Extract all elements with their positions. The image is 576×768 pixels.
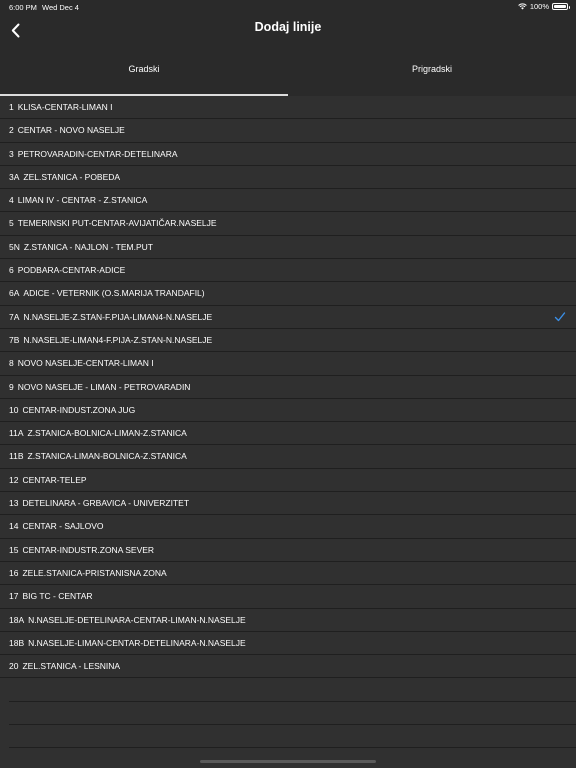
line-number: 7B (9, 334, 20, 345)
line-name: CENTAR-TELEP (22, 474, 87, 485)
line-name: NOVO NASELJE-CENTAR-LIMAN I (17, 358, 154, 369)
line-row[interactable]: 18A N.NASELJE-DETELINARA-CENTAR-LIMAN-N.N… (0, 609, 576, 632)
line-row[interactable]: 10 CENTAR-INDUST.ZONA JUG (0, 399, 576, 423)
line-row[interactable]: 2 CENTAR - NOVO NASELJE (0, 119, 576, 143)
line-number: 10 (9, 404, 19, 415)
line-row[interactable]: 16 ZELE.STANICA-PRISTANISNA ZONA (0, 562, 576, 586)
line-row[interactable]: 12 CENTAR-TELEP (0, 469, 576, 493)
line-name: CENTAR - SAJLOVO (22, 521, 104, 532)
line-number: 2 (9, 125, 14, 136)
line-number: 5N (9, 241, 20, 252)
line-row[interactable]: 3A ZEL.STANICA - POBEDA (0, 166, 576, 190)
status-bar: 6:00 PM Wed Dec 4 100% (0, 0, 576, 14)
line-number: 17 (9, 591, 19, 602)
line-row[interactable]: 14 CENTAR - SAJLOVO (0, 515, 576, 539)
line-row[interactable]: 6 PODBARA-CENTAR-ADICE (0, 259, 576, 283)
line-row[interactable]: 7A N.NASELJE-Z.STAN-F.PIJA-LIMAN4-N.NASEL… (0, 306, 576, 329)
line-number: 3A (9, 171, 20, 182)
home-indicator[interactable] (200, 760, 376, 763)
line-name: ZELE.STANICA-PRISTANISNA ZONA (22, 567, 167, 578)
page-title: Dodaj linije (254, 20, 322, 34)
line-number: 11B (9, 451, 24, 462)
empty-separator (9, 725, 576, 749)
line-number: 13 (9, 498, 19, 509)
line-name: DETELINARA - GRBAVICA - UNIVERZITET (22, 498, 190, 509)
line-row[interactable]: 9 NOVO NASELJE - LIMAN - PETROVARADIN (0, 376, 576, 399)
checkmark-icon (554, 311, 566, 321)
line-name: KLISA-CENTAR-LIMAN I (17, 102, 113, 112)
line-number: 15 (9, 544, 19, 555)
wifi-icon (518, 3, 527, 10)
line-name: Z.STANICA-BOLNICA-LIMAN-Z.STANICA (27, 428, 187, 439)
line-row[interactable]: 5 TEMERINSKI PUT-CENTAR-AVIJATIČAR.NASELJ… (0, 212, 576, 236)
line-number: 9 (9, 381, 14, 392)
line-number: 7A (9, 311, 20, 322)
line-name: CENTAR-INDUST.ZONA JUG (22, 404, 136, 415)
line-list: 1 KLISA-CENTAR-LIMAN I 2 CENTAR - NOVO NASE… (0, 96, 576, 749)
line-name: ADICE - VETERNIK (O.S.MARIJA TRANDAFIL) (23, 288, 205, 299)
line-name: N.NASELJE-Z.STAN-F.PIJA-LIMAN4-N.NASELJE (23, 311, 213, 322)
line-number: 4 (9, 195, 14, 206)
status-time: 6:00 PM (9, 3, 37, 12)
line-number: 5 (9, 218, 14, 229)
line-name: N.NASELJE-LIMAN4-F.PIJA-Z.STAN-N.NASELJE (23, 334, 213, 345)
line-number: 18B (9, 637, 25, 648)
tab-prigradski[interactable]: Prigradski (288, 48, 576, 96)
line-row[interactable]: 4 LIMAN IV - CENTAR - Z.STANICA (0, 189, 576, 213)
nav-bar: Dodaj linije (0, 14, 576, 48)
line-number: 12 (9, 474, 19, 485)
line-name: LIMAN IV - CENTAR - Z.STANICA (17, 195, 148, 206)
line-row[interactable]: 5N Z.STANICA - NAJLON - TEM.PUT (0, 236, 576, 260)
line-name: NOVO NASELJE - LIMAN - PETROVARADIN (17, 381, 191, 392)
line-name: N.NASELJE-LIMAN-CENTAR-DETELINARA-N.NASE… (28, 637, 246, 648)
line-name: BIG TC - CENTAR (22, 591, 93, 602)
line-name: PETROVARADIN-CENTAR-DETELINARA (17, 148, 178, 159)
line-row[interactable]: 1 KLISA-CENTAR-LIMAN I (0, 96, 576, 120)
line-row[interactable]: 3 PETROVARADIN-CENTAR-DETELINARA (0, 143, 576, 166)
line-number: 1 (9, 102, 14, 112)
empty-separator (9, 702, 576, 726)
line-name: ZEL.STANICA - POBEDA (23, 171, 121, 182)
line-name: CENTAR - NOVO NASELJE (17, 125, 125, 136)
line-name: CENTAR-INDUSTR.ZONA SEVER (22, 544, 155, 555)
line-row[interactable]: 18B N.NASELJE-LIMAN-CENTAR-DETELINARA-N.N… (0, 632, 576, 656)
line-number: 8 (9, 358, 14, 369)
line-number: 11A (9, 428, 24, 439)
tab-bar: Gradski Prigradski (0, 48, 576, 96)
line-row[interactable]: 6A ADICE - VETERNIK (O.S.MARIJA TRANDAFIL… (0, 282, 576, 306)
line-name: ZEL.STANICA - LESNINA (22, 661, 121, 672)
status-date: Wed Dec 4 (42, 3, 79, 12)
line-number: 6 (9, 265, 14, 276)
line-name: TEMERINSKI PUT-CENTAR-AVIJATIČAR.NASELJE (17, 218, 217, 229)
line-number: 14 (9, 521, 19, 532)
line-name: N.NASELJE-DETELINARA-CENTAR-LIMAN-N.NASE… (28, 614, 246, 625)
battery-icon (552, 3, 570, 10)
line-row[interactable]: 15 CENTAR-INDUSTR.ZONA SEVER (0, 539, 576, 562)
line-number: 18A (9, 614, 25, 625)
tab-gradski[interactable]: Gradski (0, 48, 288, 96)
line-number: 6A (9, 288, 20, 299)
battery-percent: 100% (529, 2, 549, 11)
line-name: Z.STANICA-LIMAN-BOLNICA-Z.STANICA (27, 451, 187, 462)
line-row[interactable]: 11A Z.STANICA-BOLNICA-LIMAN-Z.STANICA (0, 422, 576, 446)
line-row[interactable]: 11B Z.STANICA-LIMAN-BOLNICA-Z.STANICA (0, 445, 576, 469)
status-indicators: 100% (518, 2, 570, 11)
line-number: 16 (9, 567, 19, 578)
line-name: Z.STANICA - NAJLON - TEM.PUT (23, 241, 153, 252)
line-number: 3 (9, 148, 14, 159)
line-row[interactable]: 7B N.NASELJE-LIMAN4-F.PIJA-Z.STAN-N.NASEL… (0, 329, 576, 353)
line-number: 20 (9, 661, 19, 672)
line-row[interactable]: 20 ZEL.STANICA - LESNINA (0, 655, 576, 679)
line-name: PODBARA-CENTAR-ADICE (17, 265, 126, 276)
empty-separator (9, 678, 576, 702)
line-row[interactable]: 13 DETELINARA - GRBAVICA - UNIVERZITET (0, 492, 576, 516)
line-row[interactable]: 17 BIG TC - CENTAR (0, 585, 576, 609)
line-row[interactable]: 8 NOVO NASELJE-CENTAR-LIMAN I (0, 352, 576, 376)
